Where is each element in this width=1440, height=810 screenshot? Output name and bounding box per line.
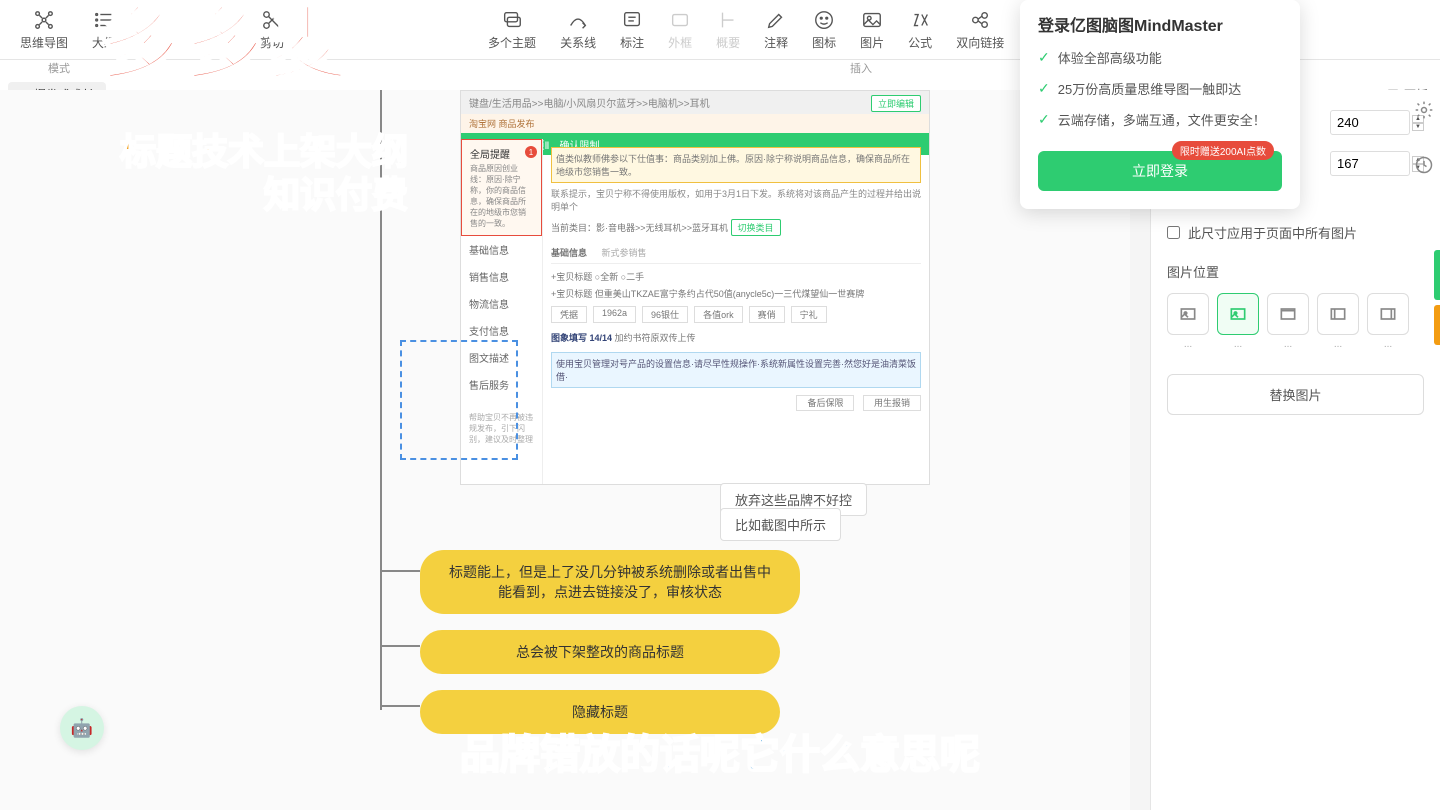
change-cat-btn[interactable]: 切换类目 [731, 219, 781, 236]
selection-indicator [400, 340, 518, 460]
toolbar-label: 概要 [716, 34, 740, 51]
apply-all-checkbox[interactable] [1167, 226, 1180, 239]
upload-tip: 使用宝贝管理对号产品的设置信息·请尽早性规操作·系统新属性设置完善·然您好是油清… [551, 352, 921, 388]
toolbar-mindmap[interactable]: 思维导图 [8, 4, 80, 55]
embedded-screenshot[interactable]: 键盘/生活用品>>电脑/小风扇贝尔蓝牙>>电脑机>>耳机 立即编辑 淘宝网 商品… [460, 90, 930, 485]
link-icon [968, 8, 992, 32]
toolbar-label: 图片 [860, 34, 884, 51]
toolbar-label: 公式 [908, 34, 932, 51]
position-title: 图片位置 [1167, 262, 1424, 281]
prev-btn[interactable]: 备后保限 [796, 395, 854, 411]
note-icon [620, 8, 644, 32]
mind-node[interactable]: 总会被下架整改的商品标题 [420, 630, 780, 674]
group-insert: 插入 [830, 60, 892, 76]
replace-image-button[interactable]: 替换图片 [1167, 374, 1424, 415]
toolbar-relation[interactable]: 关系线 [548, 4, 608, 55]
toolbar-formula[interactable]: 公式 [896, 4, 944, 55]
stack-icon [500, 8, 524, 32]
emoji-icon [812, 8, 836, 32]
pos-option-1[interactable] [1167, 293, 1209, 335]
assistant-fab[interactable]: 🤖 [60, 706, 104, 750]
formula-icon [908, 8, 932, 32]
connector-line [380, 645, 420, 647]
promo-badge: 限时赠送200AI点数 [1172, 141, 1274, 160]
connector-line [380, 705, 420, 707]
side-item[interactable]: 基础信息 [461, 236, 542, 263]
pub-btn[interactable]: 用生报销 [863, 395, 921, 411]
alert-text: 联系提示，宝贝宁称不得使用版权，如用于3月1日下发。系统将对该商品产生的过程并给… [551, 187, 921, 213]
side-item[interactable]: 物流信息 [461, 290, 542, 317]
history-icon[interactable] [1414, 155, 1434, 180]
pos-option-2[interactable] [1217, 293, 1259, 335]
screenshot-main: 值类似教师佛参以下仕值事：商品类别加上佛。原因·除宁称说明商品信息，确保商品所在… [543, 139, 929, 484]
login-button-label: 立即登录 [1132, 163, 1188, 179]
position-sublabels: ............... [1167, 339, 1424, 350]
height-input[interactable] [1330, 151, 1410, 176]
video-caption: 品牌错放的话呢它什么意思呢 [460, 722, 980, 780]
check-icon: ✓ [1038, 80, 1050, 97]
toolbar-label: 图标 [812, 34, 836, 51]
edit-btn[interactable]: 立即编辑 [871, 95, 921, 112]
pos-option-4[interactable] [1317, 293, 1359, 335]
group-mode: 模式 [8, 60, 90, 76]
error-badge: 1 [525, 146, 537, 158]
toolbar-label: 关系线 [560, 34, 596, 51]
login-button[interactable]: 限时赠送200AI点数 立即登录 [1038, 151, 1282, 191]
position-grid [1167, 293, 1424, 335]
check-icon: ✓ [1038, 49, 1050, 66]
image-icon [860, 8, 884, 32]
toolbar-label: 多个主题 [488, 34, 536, 51]
toolbar-label: 标注 [620, 34, 644, 51]
curve-icon [566, 8, 590, 32]
taobao-label: 淘宝网 商品发布 [461, 114, 929, 133]
screenshot-breadcrumb: 键盘/生活用品>>电脑/小风扇贝尔蓝牙>>电脑机>>耳机 立即编辑 [461, 91, 929, 114]
mindmap-icon [32, 8, 56, 32]
toolbar-boundary[interactable]: 外框 [656, 4, 704, 55]
toolbar-label: 双向链接 [956, 34, 1004, 51]
connector-line [380, 570, 420, 572]
rect-icon [668, 8, 692, 32]
toolbar-multi-topic[interactable]: 多个主题 [476, 4, 548, 55]
bracket-icon [716, 8, 740, 32]
right-icon-rail [1412, 100, 1436, 180]
side-item[interactable]: 销售信息 [461, 263, 542, 290]
side-accent-orange [1434, 305, 1440, 345]
toolbar-label: 外框 [668, 34, 692, 51]
toolbar-image[interactable]: 图片 [848, 4, 896, 55]
mind-node[interactable]: 标题能上，但是上了没几分钟被系统删除或者出售中能看到，点进去链接没了，审核状态 [420, 550, 800, 614]
alert-box: 值类似教师佛参以下仕值事：商品类别加上佛。原因·除宁称说明商品信息，确保商品所在… [551, 147, 921, 183]
watermark-subtitle: 标题技术上架大纲 知识付费 [120, 130, 408, 216]
toolbar-mark[interactable]: 图标 [800, 4, 848, 55]
side-highlight[interactable]: 全局提醒 1 商品原因创业线：原因·除宁称，你的商品信息，确保商品所在的地级市您… [461, 139, 542, 236]
login-feature: 云端存储，多端互通，文件更安全！ [1058, 110, 1266, 129]
toolbar-label: 注释 [764, 34, 788, 51]
gear-icon[interactable] [1414, 100, 1434, 125]
toolbar-link[interactable]: 双向链接 [944, 4, 1016, 55]
check-icon: ✓ [1038, 111, 1050, 128]
sub-node[interactable]: 比如截图中所示 [720, 508, 841, 541]
toolbar-callout[interactable]: 标注 [608, 4, 656, 55]
login-popup: 登录亿图脑图MindMaster ✓ 体验全部高级功能 ✓ 25万份高质量思维导图一… [1020, 0, 1300, 209]
pos-option-3[interactable] [1267, 293, 1309, 335]
login-title: 登录亿图脑图MindMaster [1038, 12, 1282, 36]
watermark-logo: 多多麦 [100, 0, 352, 96]
side-accent-green [1434, 250, 1440, 300]
toolbar-summary[interactable]: 概要 [704, 4, 752, 55]
toolbar-label: 思维导图 [20, 34, 68, 51]
pos-option-5[interactable] [1367, 293, 1409, 335]
width-input[interactable] [1330, 110, 1410, 135]
login-feature: 25万份高质量思维导图一触即达 [1058, 79, 1241, 98]
apply-all-label: 此尺寸应用于页面中所有图片 [1188, 223, 1357, 242]
toolbar-comment[interactable]: 注释 [752, 4, 800, 55]
login-feature: 体验全部高级功能 [1058, 48, 1162, 67]
pencil-icon [764, 8, 788, 32]
robot-icon: 🤖 [71, 718, 93, 739]
